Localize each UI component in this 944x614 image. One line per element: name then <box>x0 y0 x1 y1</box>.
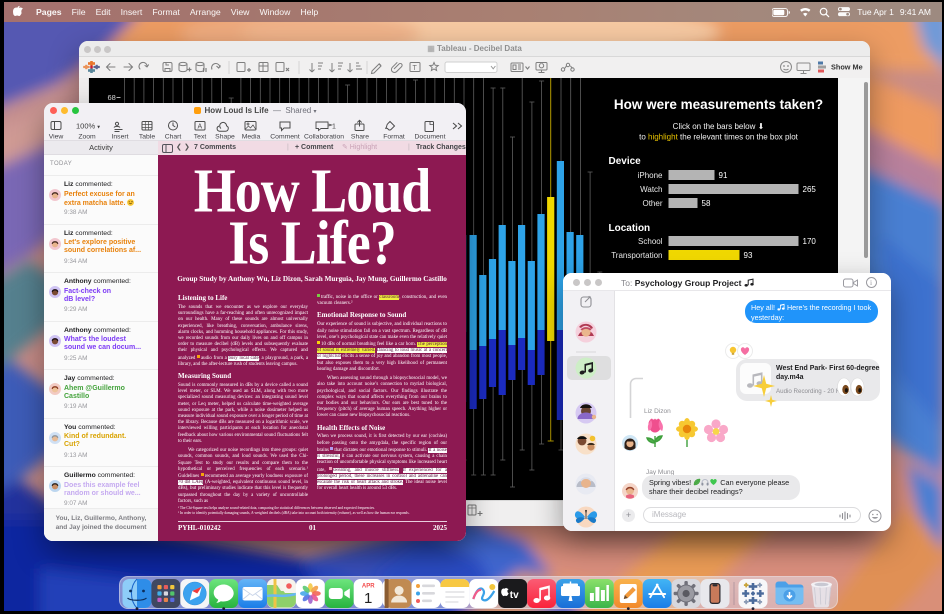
svg-text:View: View <box>49 134 64 141</box>
svg-text:Share: Share <box>351 134 369 141</box>
svg-text:Other: Other <box>642 199 662 208</box>
svg-text:1: 1 <box>364 590 372 607</box>
svg-text:tv: tv <box>510 590 519 601</box>
svg-text:91: 91 <box>718 171 727 180</box>
svg-text:Insert: Insert <box>112 134 129 141</box>
svg-text:Table: Table <box>139 134 155 141</box>
svg-text:Collaboration: Collaboration <box>304 134 344 141</box>
svg-text:100% ▾: 100% ▾ <box>76 122 100 131</box>
svg-text:Device: Device <box>608 156 641 167</box>
svg-text:Show Me: Show Me <box>831 63 863 72</box>
svg-text:1: 1 <box>332 124 336 131</box>
svg-text:iPhone: iPhone <box>637 171 662 180</box>
svg-text:Format: Format <box>383 134 405 141</box>
svg-text:Location: Location <box>608 223 650 234</box>
svg-text:APR: APR <box>362 584 375 590</box>
svg-text:Zoom: Zoom <box>78 134 96 141</box>
svg-text:Chart: Chart <box>165 134 182 141</box>
svg-text:to highlight the relevant time: to highlight the relevant times on the b… <box>639 133 799 142</box>
svg-text:Transportation: Transportation <box>611 251 662 260</box>
svg-text:Media: Media <box>242 134 261 141</box>
svg-text:58: 58 <box>701 199 710 208</box>
svg-text:T: T <box>413 65 418 72</box>
svg-text:68: 68 <box>107 93 115 102</box>
svg-text:Document: Document <box>415 134 446 141</box>
svg-text:i: i <box>870 278 872 287</box>
svg-text:Comment: Comment <box>270 134 300 141</box>
svg-text:170: 170 <box>802 237 816 246</box>
svg-text:A: A <box>198 124 203 131</box>
svg-text:How were measurements taken?: How were measurements taken? <box>613 97 822 112</box>
svg-text:Text: Text <box>194 134 207 141</box>
svg-text:Watch: Watch <box>640 185 662 194</box>
svg-text:Click on the bars below ⬇: Click on the bars below ⬇ <box>672 122 764 131</box>
svg-text:265: 265 <box>802 185 816 194</box>
svg-text:93: 93 <box>743 251 752 260</box>
svg-text:School: School <box>638 237 663 246</box>
svg-text:Shape: Shape <box>215 134 235 141</box>
